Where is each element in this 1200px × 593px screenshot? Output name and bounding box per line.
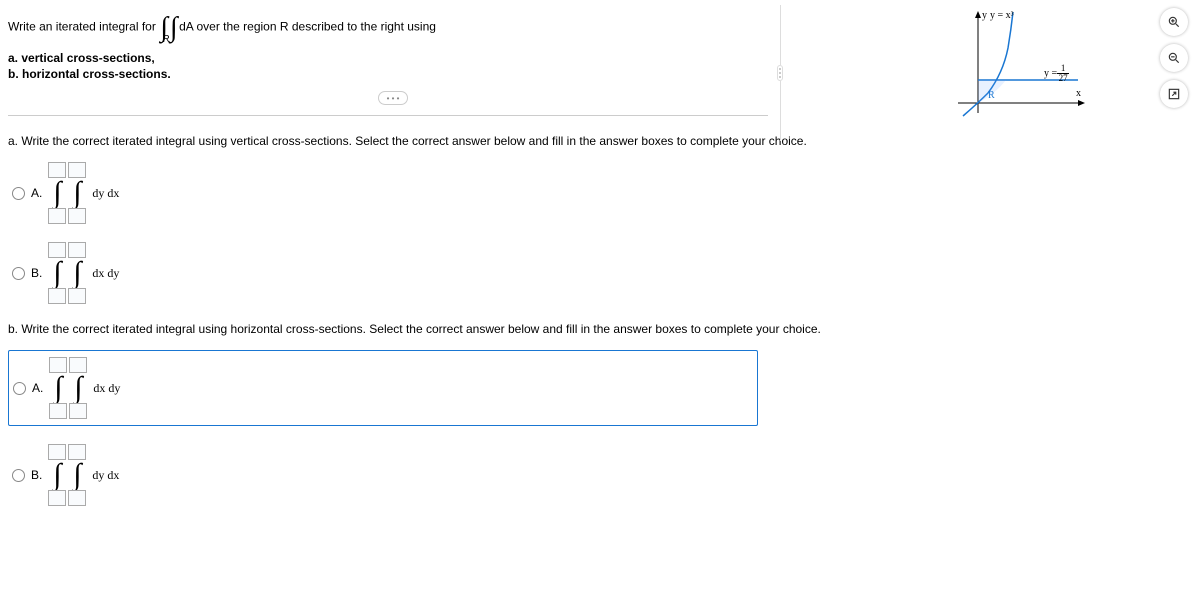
- a-A-inner-lower[interactable]: [68, 208, 86, 224]
- integral-icon: ∫: [53, 179, 61, 207]
- part-b-prompt: b. Write the correct iterated integral u…: [8, 322, 932, 336]
- zoom-in-icon[interactable]: [1160, 8, 1188, 36]
- a-B-differential: dx dy: [92, 266, 119, 281]
- b-A-inner-lower[interactable]: [69, 403, 87, 419]
- question-prefix: Write an iterated integral for: [8, 20, 159, 34]
- item-horizontal: b. horizontal cross-sections.: [8, 67, 171, 81]
- cross-section-list: a. vertical cross-sections, b. horizonta…: [8, 51, 932, 81]
- radio-a-B[interactable]: [12, 267, 25, 280]
- popout-icon[interactable]: [1160, 80, 1188, 108]
- a-B-inner-lower[interactable]: [68, 288, 86, 304]
- integral-icon: ∫: [53, 461, 61, 489]
- b-B-outer-lower[interactable]: [48, 490, 66, 506]
- part-a-option-a[interactable]: A. ∫ ∫ dy dx: [8, 162, 932, 224]
- item-vertical: a. vertical cross-sections,: [8, 51, 155, 65]
- integral-icon: ∫: [73, 461, 81, 489]
- integral-icon: ∫: [54, 374, 62, 402]
- vertical-resize-handle[interactable]: [776, 28, 784, 118]
- radio-b-B[interactable]: [12, 469, 25, 482]
- region-graph: y y = x³ y = 1 27 R x: [948, 8, 1088, 123]
- zoom-out-icon[interactable]: [1160, 44, 1188, 72]
- integral-icon: ∫: [73, 179, 81, 207]
- part-b-option-a[interactable]: A. ∫ ∫ dx dy: [8, 350, 758, 426]
- a-A-differential: dy dx: [92, 186, 119, 201]
- b-B-inner-lower[interactable]: [68, 490, 86, 506]
- question-stem: Write an iterated integral for ∫∫ R dA o…: [8, 10, 932, 45]
- part-a-option-b[interactable]: B. ∫ ∫ dx dy: [8, 242, 932, 304]
- integral-icon: ∫: [53, 259, 61, 287]
- b-A-differential: dx dy: [93, 381, 120, 396]
- b-B-differential: dy dx: [92, 468, 119, 483]
- a-A-outer-lower[interactable]: [48, 208, 66, 224]
- part-b-option-b[interactable]: B. ∫ ∫ dy dx: [8, 444, 932, 506]
- double-integral-symbol: ∫∫ R: [159, 10, 176, 45]
- a-B-outer-lower[interactable]: [48, 288, 66, 304]
- integral-icon: ∫: [74, 374, 82, 402]
- more-dots-button[interactable]: • • •: [378, 91, 408, 105]
- integral-icon: ∫: [73, 259, 81, 287]
- b-A-outer-lower[interactable]: [49, 403, 67, 419]
- part-a-prompt: a. Write the correct iterated integral u…: [8, 134, 932, 148]
- section-divider: [8, 115, 768, 116]
- radio-b-A[interactable]: [13, 382, 26, 395]
- line-label: y = 1 27: [1044, 64, 1069, 83]
- radio-a-A[interactable]: [12, 187, 25, 200]
